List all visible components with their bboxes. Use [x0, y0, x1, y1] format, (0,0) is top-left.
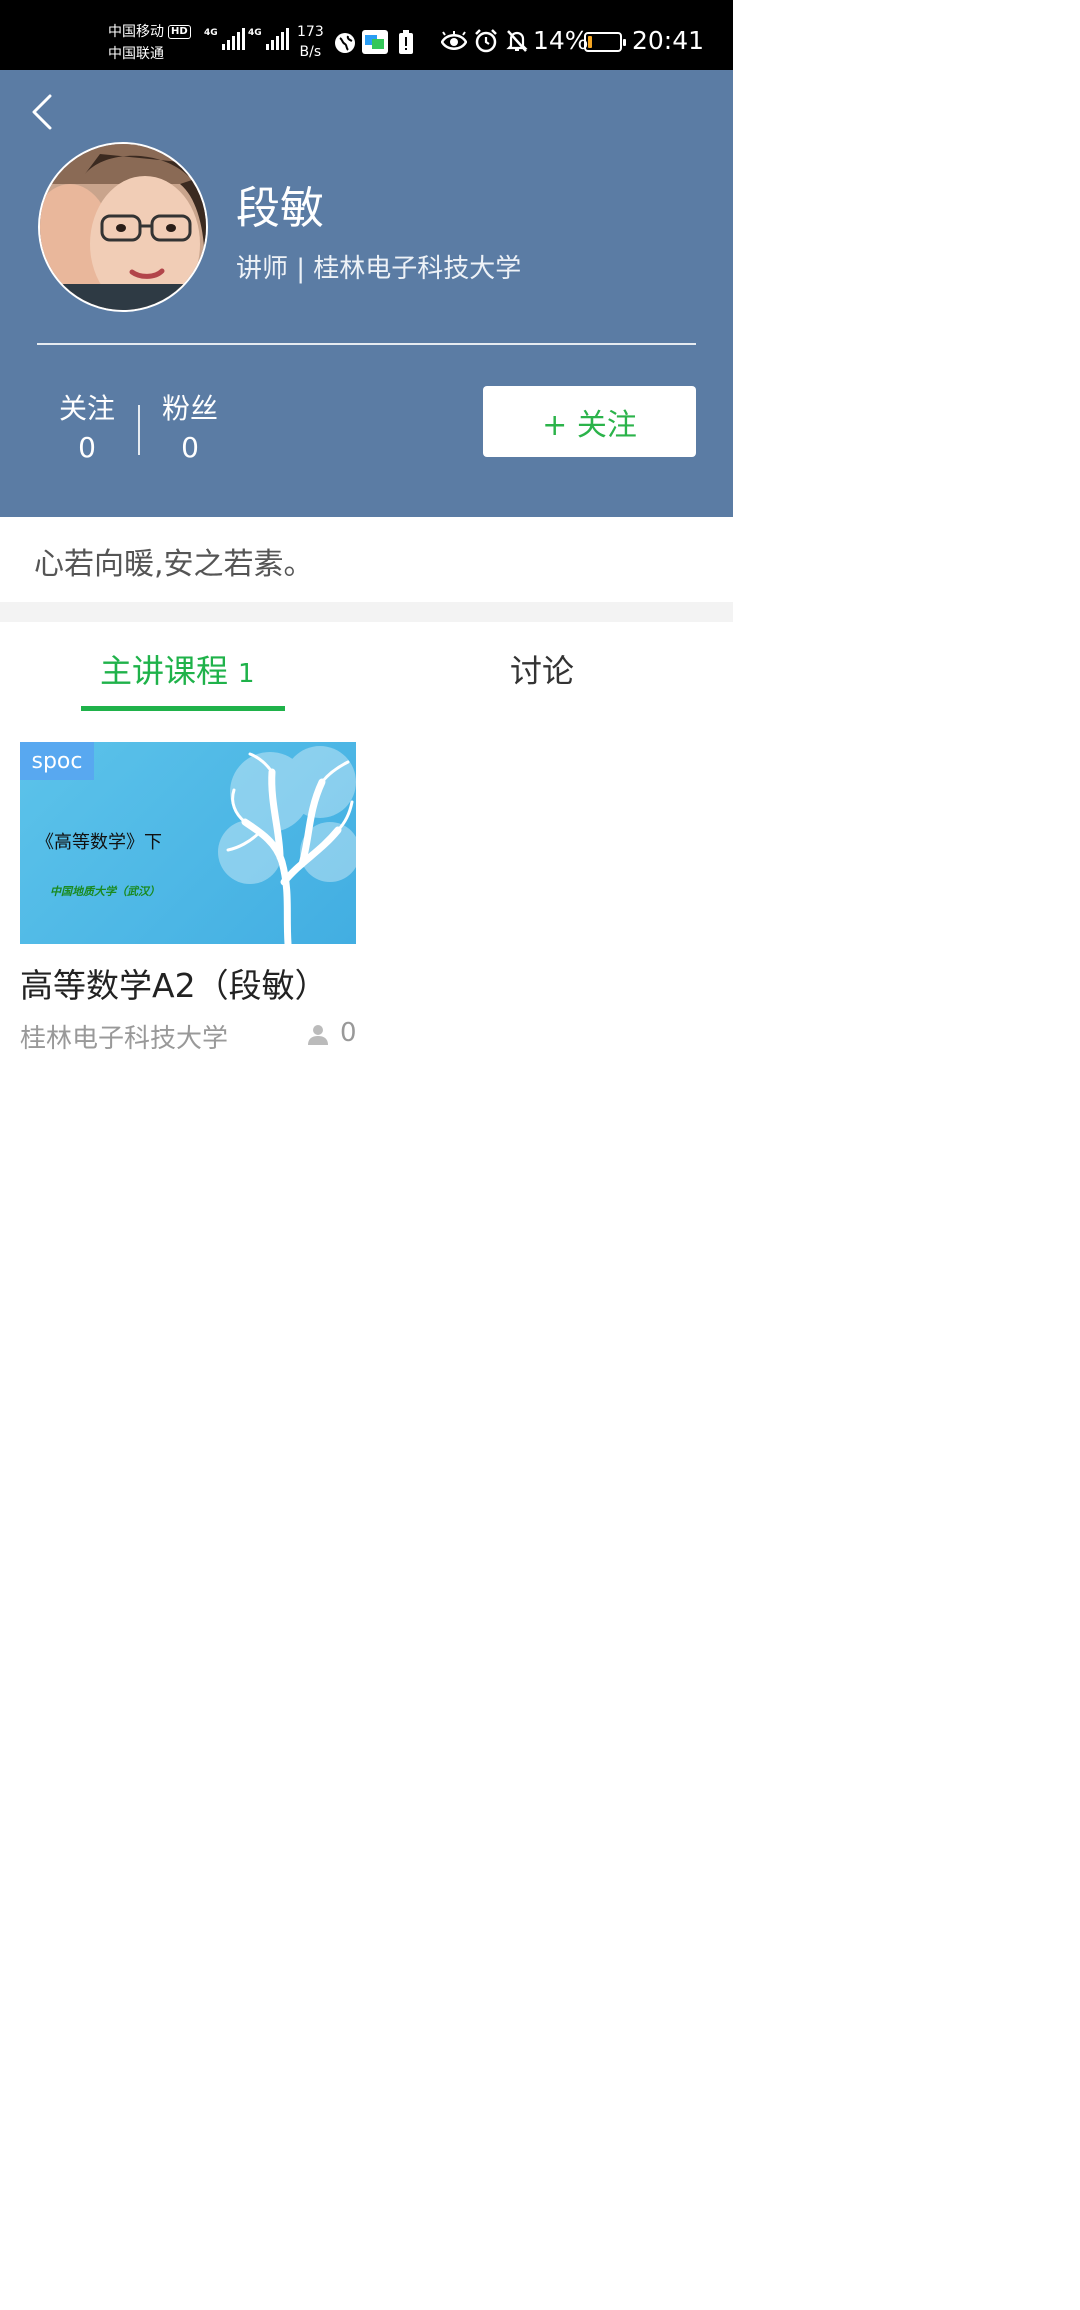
following-label: 关注 [58, 392, 115, 425]
course-title: 高等数学A2（段敏） [20, 966, 328, 1005]
tree-illustration [218, 746, 356, 944]
learner-count: 0 [340, 1018, 357, 1048]
network-speed-value: 173 [297, 24, 324, 40]
following-stat[interactable]: 关注 0 [47, 390, 127, 468]
motto-section: 心若向暖,安之若素。 [0, 517, 733, 602]
signal-strength-icon: 4G [204, 28, 245, 50]
avatar[interactable] [38, 142, 208, 312]
profile-header: 段敏 讲师 | 桂林电子科技大学 关注 0 粉丝 0 + 关注 [0, 70, 733, 517]
status-bar: 中国移动 HD 中国联通 4G 4G 173 B/s 14% 20:41 [0, 0, 733, 70]
fans-count: 0 [181, 431, 199, 464]
person-icon [308, 1025, 328, 1045]
spoc-badge: spoc [20, 742, 94, 780]
battery-icon [584, 32, 626, 52]
battery-alert-icon [399, 30, 413, 54]
tab-courses[interactable]: 主讲课程 1 [100, 646, 255, 692]
hd-badge: HD [168, 25, 191, 39]
eye-icon [441, 31, 467, 50]
course-school: 桂林电子科技大学 [20, 1024, 229, 1054]
follow-button[interactable]: + 关注 [483, 386, 696, 457]
fans-stat[interactable]: 粉丝 0 [150, 390, 230, 468]
back-button[interactable] [24, 90, 64, 134]
network-type-1: 4G [204, 28, 218, 38]
section-gap [0, 602, 733, 622]
news-app-icon [362, 30, 388, 54]
header-divider [37, 343, 696, 345]
thumbnail-subtitle: 中国地质大学（武汉） [50, 885, 160, 898]
active-tab-indicator [81, 706, 285, 711]
fans-label: 粉丝 [161, 392, 218, 425]
tab-bar: 主讲课程 1 讨论 [0, 622, 733, 714]
course-card[interactable]: spoc 《高等数学》下 中国地质大学（武汉） 高等数学A2（段敏） 桂林电子科… [20, 742, 357, 1058]
carrier-info: 中国移动 HD 中国联通 [108, 21, 191, 65]
network-speed: 173 B/s [297, 22, 324, 62]
stats-divider [138, 405, 140, 455]
battery-percent: 14% [533, 26, 589, 55]
battery-level-fill [588, 36, 592, 48]
bell-off-icon [506, 30, 528, 52]
teacher-title-school: 讲师 | 桂林电子科技大学 [236, 254, 522, 284]
tab-courses-count: 1 [238, 659, 255, 689]
clock: 20:41 [632, 26, 705, 55]
teacher-name: 段敏 [236, 183, 324, 234]
following-count: 0 [78, 431, 96, 464]
globe-icon [335, 33, 355, 53]
tab-courses-label: 主讲课程 [100, 652, 229, 690]
tab-discussion[interactable]: 讨论 [510, 646, 574, 692]
course-meta: 桂林电子科技大学 0 [20, 1018, 357, 1058]
thumbnail-title: 《高等数学》下 [36, 832, 162, 853]
course-thumbnail: spoc 《高等数学》下 中国地质大学（武汉） [20, 742, 356, 944]
motto-text: 心若向暖,安之若素。 [34, 547, 314, 582]
alarm-icon [475, 29, 497, 53]
network-speed-unit: B/s [299, 44, 322, 60]
carrier-2: 中国联通 [108, 46, 164, 62]
network-type-2: 4G [248, 28, 262, 38]
carrier-1: 中国移动 [108, 24, 164, 40]
chevron-left-icon [32, 94, 52, 130]
avatar-photo [40, 144, 206, 310]
signal-strength-icon: 4G [248, 28, 289, 50]
